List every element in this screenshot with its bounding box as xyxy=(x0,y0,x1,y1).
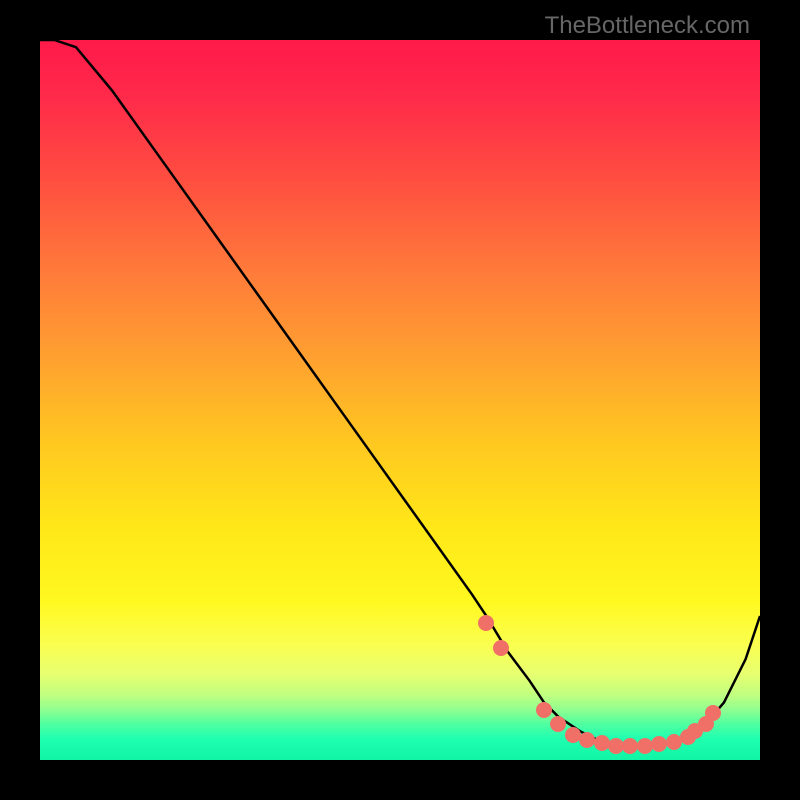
data-marker xyxy=(705,705,721,721)
chart-container: TheBottleneck.com xyxy=(0,0,800,800)
data-marker xyxy=(550,716,566,732)
data-marker xyxy=(536,702,552,718)
watermark-text: TheBottleneck.com xyxy=(545,12,750,40)
data-marker xyxy=(651,736,667,752)
plot-area xyxy=(40,40,760,760)
data-marker xyxy=(493,640,509,656)
data-marker xyxy=(579,732,595,748)
data-marker xyxy=(478,615,494,631)
markers-layer xyxy=(40,40,760,760)
